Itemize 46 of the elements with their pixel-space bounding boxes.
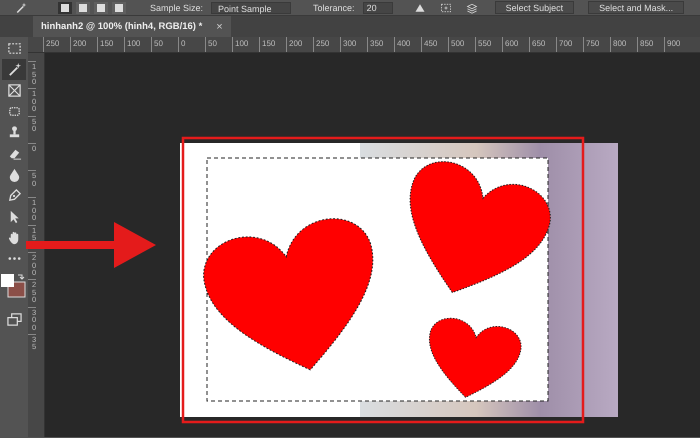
marquee-icon (6, 41, 22, 56)
tolerance-label: Tolerance: (313, 2, 355, 12)
ruler-label: 150 (97, 37, 124, 52)
ruler-label: 350 (367, 37, 394, 52)
ruler-label: 100 (124, 37, 151, 52)
ruler-label: 200 (70, 37, 97, 52)
ruler-label: 700 (556, 37, 583, 52)
document-tab[interactable]: hinhanh2 @ 100% (hinh4, RGB/16) * × (33, 16, 231, 37)
color-swatches-icon[interactable] (1, 273, 27, 299)
ruler-label: 250 (313, 37, 340, 52)
pen-icon (6, 188, 22, 203)
ruler-label: 250 (43, 37, 70, 52)
select-button[interactable]: Select Subject (494, 1, 574, 14)
selection-mode-button[interactable] (76, 2, 90, 14)
hand-icon (6, 230, 22, 245)
selection-mode-button[interactable] (58, 2, 72, 14)
ruler-label: 450 (421, 37, 448, 52)
selection-mode-button[interactable] (112, 2, 126, 14)
ruler-label: 400 (394, 37, 421, 52)
ruler-label: 850 (637, 37, 664, 52)
ruler-label: 100 (232, 37, 259, 52)
close-button[interactable]: × (216, 20, 223, 32)
ruler-label: 800 (610, 37, 637, 52)
ruler-label: 600 (502, 37, 529, 52)
ruler-label: 500 (448, 37, 475, 52)
tolerance-field[interactable]: 20 (362, 2, 393, 14)
screen-mode-icon (6, 312, 22, 327)
magic-wand-icon (6, 62, 22, 77)
ruler-label: 150 (259, 37, 286, 52)
sample-size-dropdown[interactable]: Point Sample (211, 2, 292, 14)
ruler-label: 300 (340, 37, 367, 52)
ruler-label: 50 (205, 37, 232, 52)
ruler-label: 200 (286, 37, 313, 52)
ruler-label: 650 (529, 37, 556, 52)
sample-size-label: Sample Size: (150, 2, 204, 12)
ruler-label: 550 (475, 37, 502, 52)
arrow-icon (26, 222, 156, 268)
select-button[interactable]: Select and Mask... (588, 1, 684, 14)
frame-icon (6, 83, 22, 98)
ruler-label: 750 (583, 37, 610, 52)
ruler-label: 50 (151, 37, 178, 52)
ruler-label: 0 (178, 37, 205, 52)
patch-icon (6, 104, 22, 119)
selection-mode-button[interactable] (94, 2, 108, 14)
ruler-label: 900 (664, 37, 691, 52)
tool-button[interactable] (2, 59, 26, 80)
